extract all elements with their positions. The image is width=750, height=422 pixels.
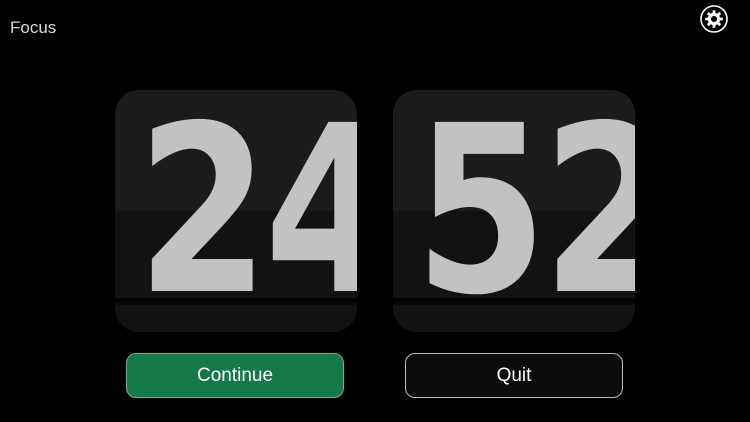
continue-button[interactable]: Continue (126, 353, 344, 398)
mode-label: Focus (10, 18, 57, 37)
card-split-shadow (115, 302, 357, 305)
settings-button[interactable] (699, 4, 729, 34)
minutes-digits: 24 (136, 90, 357, 332)
card-split-shadow (393, 302, 635, 305)
quit-button[interactable]: Quit (405, 353, 623, 398)
minutes-flip-card: 24 (115, 90, 357, 332)
seconds-digits: 52 (414, 90, 635, 332)
seconds-flip-card: 52 (393, 90, 635, 332)
gear-icon (700, 5, 728, 33)
focus-timer-screen: Focus 24 52 (0, 0, 750, 422)
